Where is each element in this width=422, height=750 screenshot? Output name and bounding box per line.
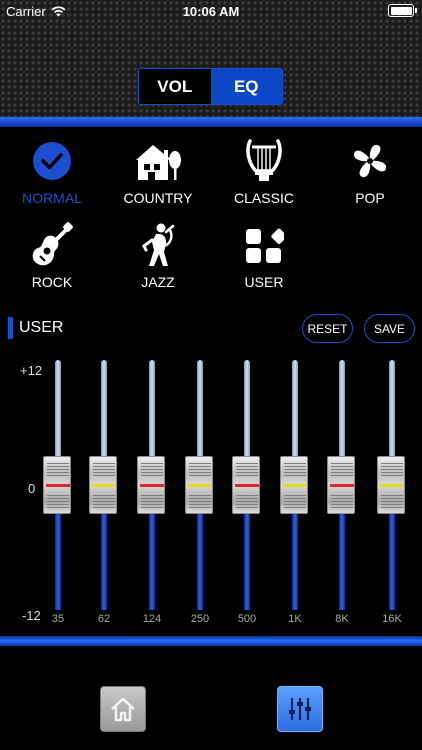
slider-knob[interactable] <box>232 456 260 514</box>
tab-vol[interactable]: VOL <box>139 69 211 104</box>
slider-knob-indicator <box>46 484 70 487</box>
grid-shapes-icon <box>240 222 288 268</box>
slider-knob-indicator <box>235 484 259 487</box>
band-frequency-label: 16K <box>382 613 402 625</box>
preset-label: USER <box>244 274 284 290</box>
slider-knob-indicator <box>330 484 354 487</box>
equalizer-sliders-icon <box>289 698 311 720</box>
band-frequency-label: 62 <box>97 613 111 625</box>
eq-band-124: 124 <box>130 360 174 630</box>
guitar-icon <box>28 222 76 268</box>
preset-label: NORMAL <box>22 190 82 206</box>
eq-band-35: 35 <box>36 360 80 630</box>
eq-band-62: 62 <box>82 360 126 630</box>
preset-label: ROCK <box>31 274 73 290</box>
fan-icon <box>346 138 394 184</box>
preset-label: COUNTRY <box>123 190 193 206</box>
tab-eq[interactable]: EQ <box>210 69 282 104</box>
top-header: Carrier 10:06 AM VOL EQ <box>0 0 422 122</box>
eq-band-16k: 16K <box>370 360 414 630</box>
band-frequency-label: 1K <box>288 613 302 625</box>
band-frequency-label: 124 <box>142 613 162 625</box>
saxophone-player-icon <box>134 222 182 268</box>
preset-jazz[interactable]: JAZZ <box>108 222 208 290</box>
preset-country[interactable]: COUNTRY <box>108 138 208 206</box>
slider-knob-indicator <box>140 484 164 487</box>
slider-knob[interactable] <box>377 456 405 514</box>
eq-band-250: 250 <box>178 360 222 630</box>
slider-knob[interactable] <box>89 456 117 514</box>
section-marker <box>8 317 13 339</box>
eq-section-header: USER <box>8 317 63 339</box>
preset-user[interactable]: USER <box>214 222 314 290</box>
mode-switch: VOL EQ <box>138 68 283 105</box>
home-button[interactable] <box>100 686 146 732</box>
reset-button[interactable]: RESET <box>302 314 353 343</box>
eq-band-8k: 8K <box>320 360 364 630</box>
preset-rock[interactable]: ROCK <box>2 222 102 290</box>
save-button[interactable]: SAVE <box>364 314 415 343</box>
home-icon <box>111 697 135 722</box>
lyre-icon <box>240 138 288 184</box>
band-frequency-label: 250 <box>190 613 210 625</box>
preset-normal[interactable]: NORMAL <box>2 138 102 206</box>
band-frequency-label: 500 <box>237 613 257 625</box>
slider-knob-indicator <box>283 484 307 487</box>
band-frequency-label: 8K <box>335 613 349 625</box>
battery-icon <box>388 4 417 17</box>
slider-knob[interactable] <box>185 456 213 514</box>
slider-knob[interactable] <box>327 456 355 514</box>
preset-classic[interactable]: CLASSIC <box>214 138 314 206</box>
eq-band-500: 500 <box>225 360 269 630</box>
header-divider <box>0 117 422 127</box>
preset-pop[interactable]: POP <box>320 138 420 206</box>
band-frequency-label: 35 <box>51 613 65 625</box>
slider-knob[interactable] <box>43 456 71 514</box>
checkmark-circle-icon <box>28 138 76 184</box>
house-tree-icon <box>134 138 182 184</box>
preset-label: CLASSIC <box>234 190 294 206</box>
section-title: USER <box>19 319 64 336</box>
slider-knob[interactable] <box>280 456 308 514</box>
slider-knob-indicator <box>92 484 116 487</box>
axis-zero-label: 0 <box>28 481 36 496</box>
preset-label: JAZZ <box>141 274 175 290</box>
slider-knob[interactable] <box>137 456 165 514</box>
eq-band-1k: 1K <box>273 360 317 630</box>
slider-knob-indicator <box>188 484 212 487</box>
clock: 10:06 AM <box>182 4 240 19</box>
status-bar: Carrier 10:06 AM <box>0 0 422 22</box>
equalizer-button[interactable] <box>277 686 323 732</box>
footer-divider <box>0 636 422 646</box>
slider-knob-indicator <box>380 484 404 487</box>
preset-label: POP <box>355 190 385 206</box>
